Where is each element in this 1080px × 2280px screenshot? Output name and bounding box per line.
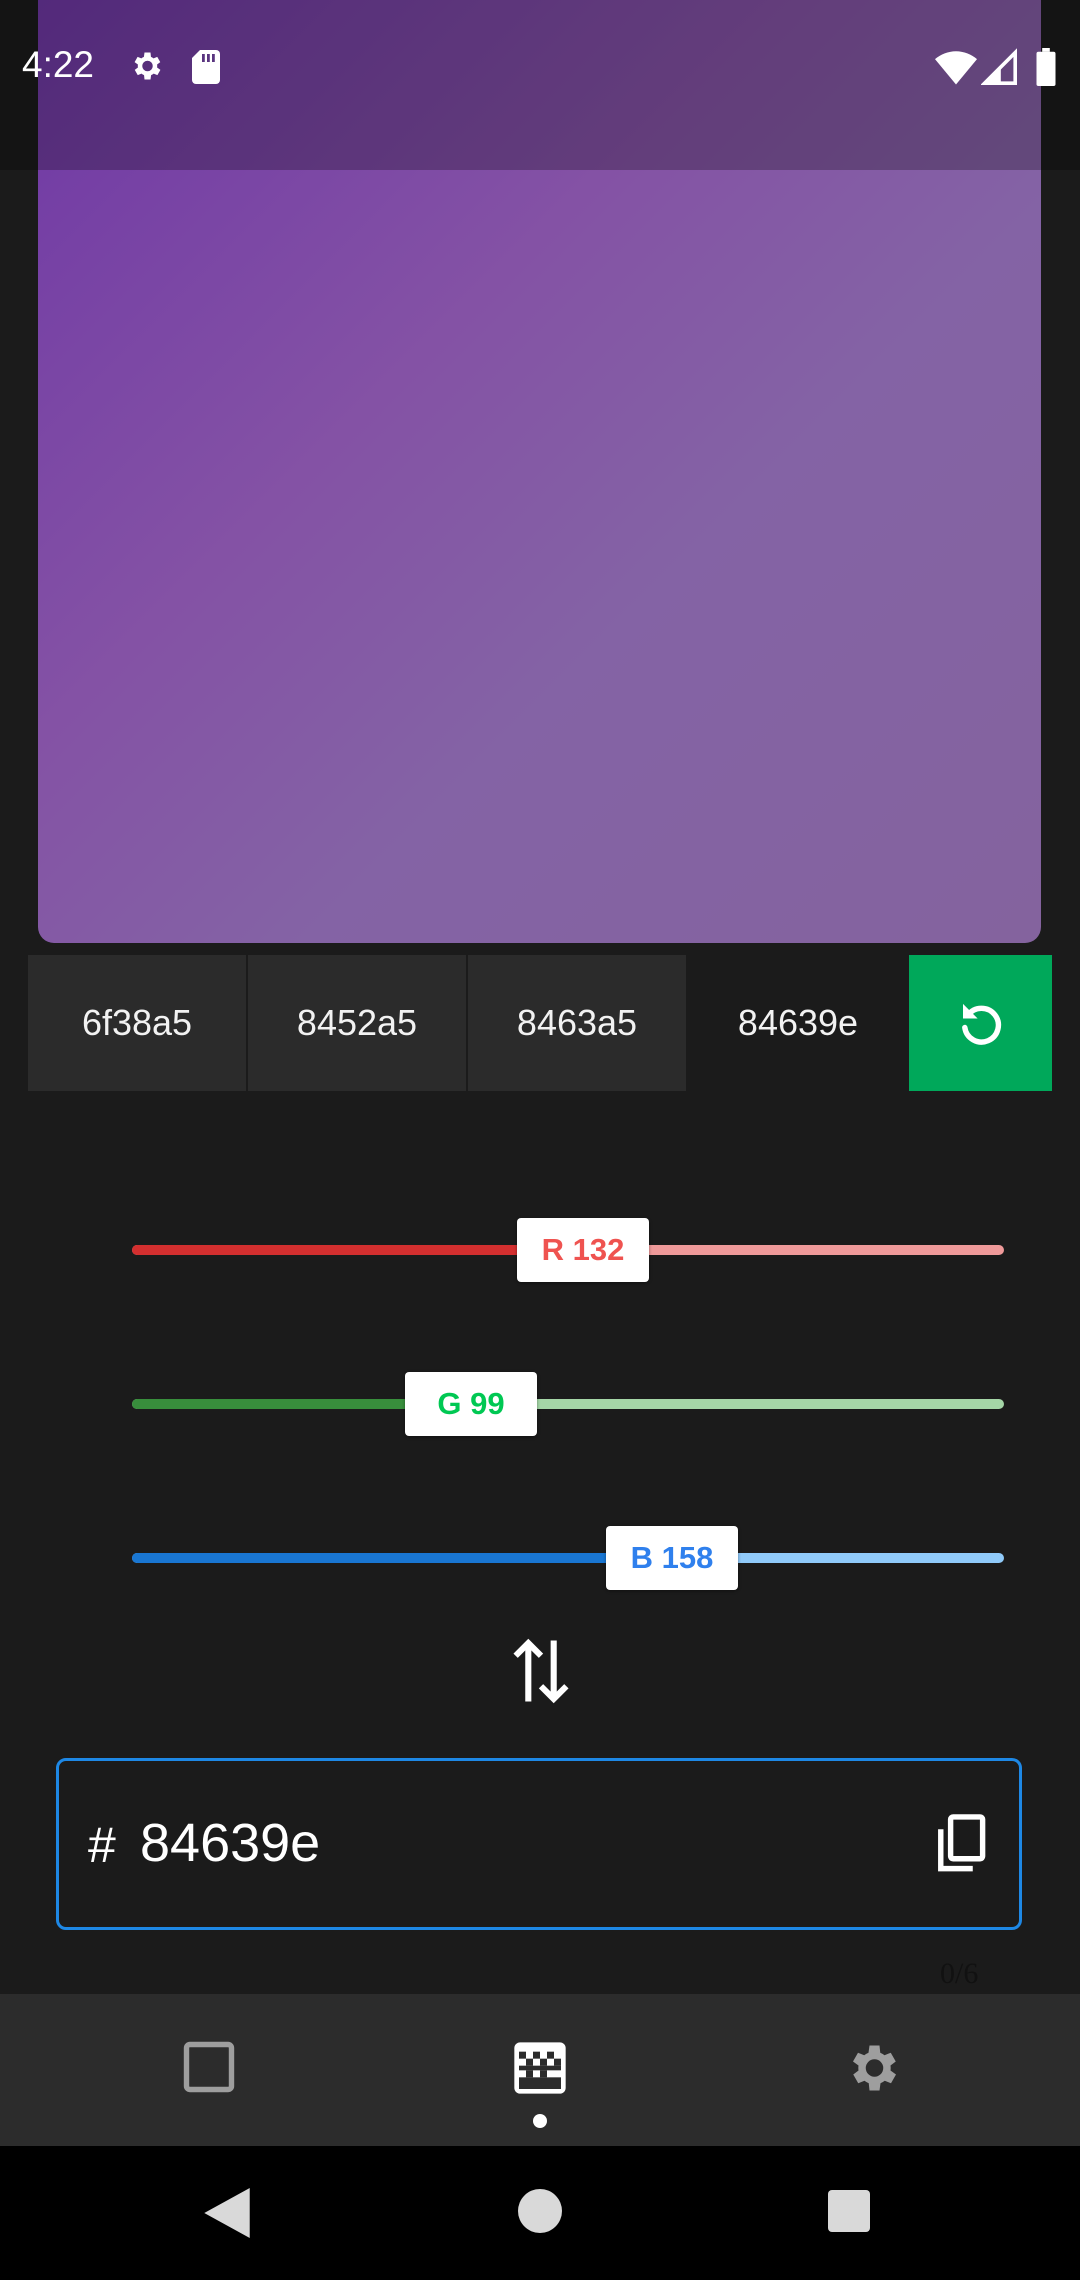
- swap-vertical-icon[interactable]: [510, 1638, 572, 1704]
- history-swatch[interactable]: 6f38a5: [28, 955, 246, 1091]
- history-swatch[interactable]: 8452a5: [248, 955, 466, 1091]
- history-swatch[interactable]: 84639e: [689, 955, 907, 1091]
- hex-prefix: #: [88, 1817, 116, 1873]
- red-value-thumb[interactable]: R 132: [517, 1218, 649, 1282]
- character-counter: 0/6: [940, 1957, 979, 1990]
- sd-card-icon: [192, 50, 220, 84]
- square-icon[interactable]: [182, 2040, 236, 2094]
- green-value-thumb[interactable]: G 99: [405, 1372, 537, 1436]
- wifi-icon: [935, 51, 977, 85]
- copy-icon[interactable]: [928, 1812, 988, 1876]
- reset-icon: [961, 1003, 1001, 1045]
- hex-input[interactable]: 84639e: [140, 1812, 320, 1874]
- home-icon[interactable]: [518, 2189, 562, 2233]
- recents-icon[interactable]: [828, 2190, 870, 2232]
- signal-icon: [981, 48, 1017, 85]
- blue-value-thumb[interactable]: B 158: [606, 1526, 738, 1590]
- green-slider[interactable]: [132, 1374, 1004, 1434]
- back-icon[interactable]: [204, 2188, 250, 2238]
- reset-button[interactable]: [909, 955, 1052, 1091]
- blue-track-fill: [132, 1553, 672, 1563]
- blue-slider[interactable]: [132, 1528, 1004, 1588]
- selected-indicator: [533, 2114, 547, 2128]
- status-time: 4:22: [22, 44, 95, 85]
- status-bar: [0, 0, 1080, 170]
- battery-icon: [1036, 48, 1056, 86]
- red-track-fill: [132, 1245, 583, 1255]
- gear-icon: [134, 52, 161, 80]
- history-swatch[interactable]: 8463a5: [468, 955, 686, 1091]
- palette-icon[interactable]: [512, 2040, 568, 2096]
- settings-icon[interactable]: [842, 2038, 902, 2098]
